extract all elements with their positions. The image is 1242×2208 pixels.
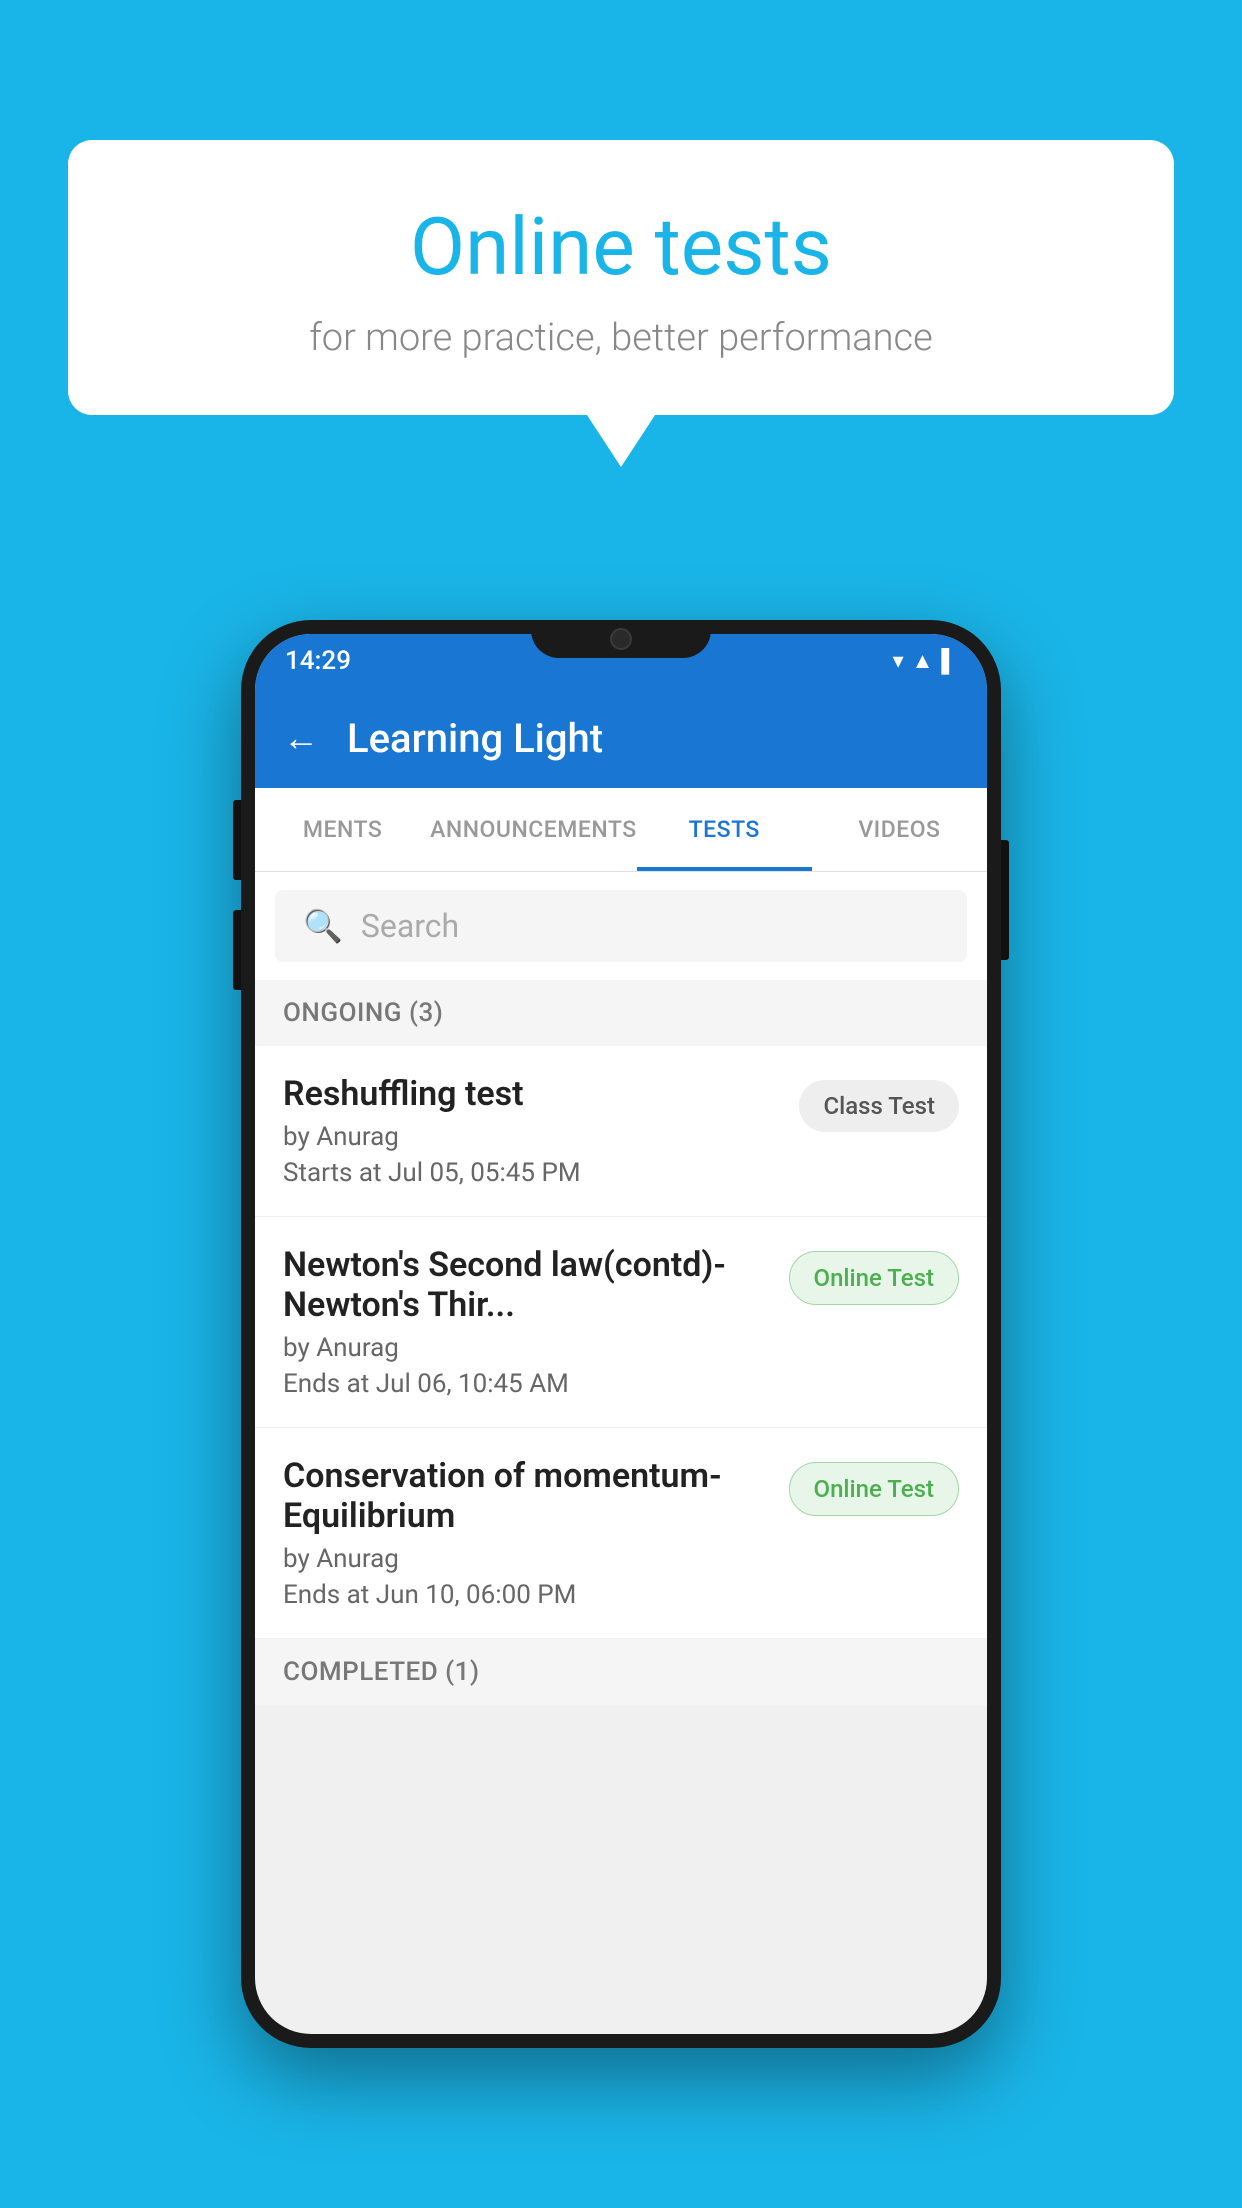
test-item-1[interactable]: Reshuffling test by Anurag Starts at Jul… [255, 1046, 987, 1217]
completed-section-header: COMPLETED (1) [255, 1639, 987, 1705]
signal-icon: ▲ [912, 648, 934, 674]
test-author-3: by Anurag [283, 1544, 769, 1574]
front-camera [610, 628, 632, 650]
test-time-2: Ends at Jul 06, 10:45 AM [283, 1369, 769, 1399]
side-btn-vol-down [233, 910, 241, 990]
tab-announcements[interactable]: ANNOUNCEMENTS [430, 788, 636, 871]
search-icon: 🔍 [303, 907, 343, 945]
tab-bar: MENTS ANNOUNCEMENTS TESTS VIDEOS [255, 788, 987, 872]
search-input[interactable]: Search [361, 907, 459, 945]
test-info-3: Conservation of momentum-Equilibrium by … [283, 1456, 769, 1610]
status-icons: ▾ ▲ ▌ [893, 648, 957, 674]
test-info-1: Reshuffling test by Anurag Starts at Jul… [283, 1074, 779, 1188]
tab-ments[interactable]: MENTS [255, 788, 430, 871]
battery-icon: ▌ [941, 648, 957, 674]
status-time: 14:29 [285, 646, 351, 676]
test-badge-3: Online Test [789, 1462, 959, 1516]
test-title-1: Reshuffling test [283, 1074, 779, 1114]
wifi-icon: ▾ [893, 649, 904, 674]
test-title-3: Conservation of momentum-Equilibrium [283, 1456, 769, 1536]
test-author-1: by Anurag [283, 1122, 779, 1152]
side-btn-vol-up [233, 800, 241, 880]
phone-outer: 14:29 ▾ ▲ ▌ ← Learning Light MENTS ANNOU… [241, 620, 1001, 2048]
bubble-subtitle: for more practice, better performance [118, 316, 1124, 360]
test-time-1: Starts at Jul 05, 05:45 PM [283, 1158, 779, 1188]
ongoing-section-header: ONGOING (3) [255, 980, 987, 1046]
tab-tests[interactable]: TESTS [637, 788, 812, 871]
speech-bubble: Online tests for more practice, better p… [68, 140, 1174, 415]
test-author-2: by Anurag [283, 1333, 769, 1363]
test-badge-1: Class Test [799, 1080, 959, 1132]
app-bar-title: Learning Light [347, 715, 603, 762]
side-btn-power [1001, 840, 1009, 960]
phone-screen: 14:29 ▾ ▲ ▌ ← Learning Light MENTS ANNOU… [255, 634, 987, 2034]
phone-wrapper: 14:29 ▾ ▲ ▌ ← Learning Light MENTS ANNOU… [241, 620, 1001, 2048]
app-bar: ← Learning Light [255, 688, 987, 788]
test-badge-2: Online Test [789, 1251, 959, 1305]
test-time-3: Ends at Jun 10, 06:00 PM [283, 1580, 769, 1610]
search-container: 🔍 Search [255, 872, 987, 980]
bubble-title: Online tests [118, 200, 1124, 294]
back-button[interactable]: ← [283, 717, 319, 759]
test-info-2: Newton's Second law(contd)-Newton's Thir… [283, 1245, 769, 1399]
phone-notch [531, 620, 711, 658]
test-title-2: Newton's Second law(contd)-Newton's Thir… [283, 1245, 769, 1325]
test-list: Reshuffling test by Anurag Starts at Jul… [255, 1046, 987, 1639]
search-box[interactable]: 🔍 Search [275, 890, 967, 962]
test-item-2[interactable]: Newton's Second law(contd)-Newton's Thir… [255, 1217, 987, 1428]
tab-videos[interactable]: VIDEOS [812, 788, 987, 871]
test-item-3[interactable]: Conservation of momentum-Equilibrium by … [255, 1428, 987, 1639]
